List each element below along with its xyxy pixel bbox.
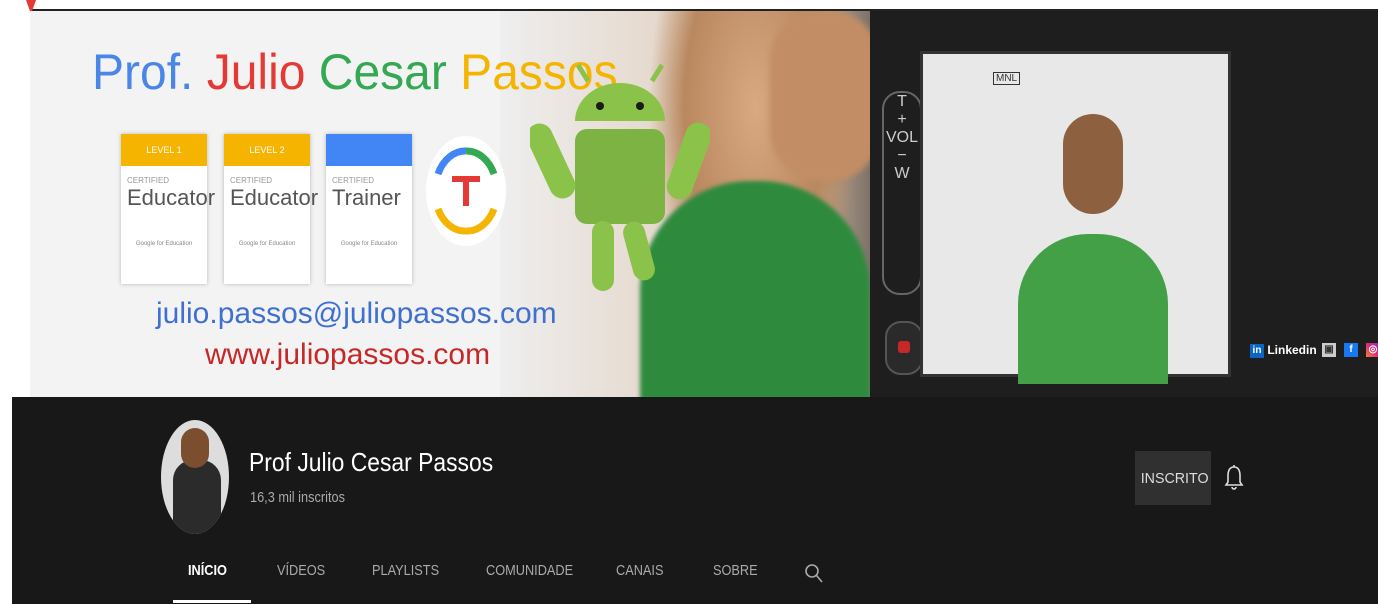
certified-educator-level1-badge: LEVEL 1 CERTIFIED Educator Google for Ed… bbox=[121, 134, 216, 284]
badge-band: LEVEL 1 bbox=[121, 134, 207, 166]
badge-small-text: CERTIFIED bbox=[127, 176, 170, 185]
camera-record-icon bbox=[885, 321, 923, 375]
certified-trainer-badge: CERTIFIED Trainer Google for Education bbox=[326, 134, 412, 284]
badge-big-text: Educator bbox=[127, 185, 216, 210]
linkedin-link[interactable]: in Linkedin bbox=[1250, 343, 1317, 358]
channel-banner: Prof. Julio Cesar Passos LEVEL 1 CERTIFI… bbox=[30, 11, 1378, 397]
certified-educator-level2-badge: LEVEL 2 CERTIFIED Educator Google for Ed… bbox=[224, 134, 319, 284]
subscribed-button[interactable]: INSCRITO bbox=[1135, 451, 1211, 505]
t-logo-icon bbox=[426, 136, 506, 246]
banner-person-face bbox=[770, 11, 880, 181]
youtube-channel-page: Prof. Julio Cesar Passos LEVEL 1 CERTIFI… bbox=[0, 0, 1378, 604]
banner-email: julio.passos@juliopassos.com bbox=[156, 297, 557, 330]
avatar-body bbox=[173, 460, 221, 534]
badge-small-text: CERTIFIED bbox=[230, 176, 273, 185]
bell-icon[interactable] bbox=[1224, 464, 1244, 492]
banner-title-part: Julio bbox=[206, 44, 306, 101]
badge-big-text: Educator bbox=[230, 185, 319, 210]
banner-title-part: Cesar bbox=[318, 44, 447, 101]
tab-inicio[interactable]: INÍCIO bbox=[188, 562, 227, 579]
linkedin-icon: in bbox=[1250, 343, 1264, 358]
badge-big-text: Trainer bbox=[332, 185, 401, 210]
social-links: in Linkedin ▣ f ◎ bbox=[1240, 331, 1378, 371]
badge-footer: Google for Education bbox=[238, 241, 296, 247]
linkedin-label: Linkedin bbox=[1267, 343, 1317, 357]
screen-person-face bbox=[1063, 114, 1123, 214]
facebook-icon[interactable]: f bbox=[1344, 343, 1358, 357]
banner-website: www.juliopassos.com bbox=[205, 338, 491, 371]
camera-mode-label: MNL bbox=[993, 72, 1021, 85]
badge-footer: Google for Education bbox=[340, 241, 398, 247]
subscriber-count: 16,3 mil inscritos bbox=[250, 489, 345, 506]
android-mascot-icon bbox=[530, 63, 710, 291]
avatar[interactable] bbox=[161, 420, 229, 534]
badge-small-text: CERTIFIED bbox=[332, 176, 375, 185]
search-icon[interactable] bbox=[804, 563, 824, 585]
banner-title-part: Prof. bbox=[92, 44, 194, 101]
tab-videos[interactable]: VÍDEOS bbox=[277, 562, 325, 579]
badge-footer: Google for Education bbox=[135, 241, 193, 247]
badge-band bbox=[326, 134, 412, 166]
camera-zoom-controls: T + VOL − W bbox=[882, 91, 922, 295]
badge-band: LEVEL 2 bbox=[224, 134, 310, 166]
instagram-icon[interactable]: ◎ bbox=[1366, 343, 1378, 357]
tab-canais[interactable]: CANAIS bbox=[616, 562, 663, 579]
top-strip bbox=[0, 0, 1378, 14]
tab-sobre[interactable]: SOBRE bbox=[713, 562, 758, 579]
site-link-icon[interactable]: ▣ bbox=[1322, 343, 1336, 357]
tab-comunidade[interactable]: COMUNIDADE bbox=[486, 562, 573, 579]
avatar-head bbox=[181, 428, 209, 468]
channel-name: Prof Julio Cesar Passos bbox=[249, 447, 494, 477]
tab-playlists[interactable]: PLAYLISTS bbox=[372, 562, 439, 579]
camera-screen: MNL bbox=[920, 51, 1231, 384]
active-tab-indicator bbox=[173, 600, 251, 603]
screen-person-shirt bbox=[1018, 234, 1168, 384]
